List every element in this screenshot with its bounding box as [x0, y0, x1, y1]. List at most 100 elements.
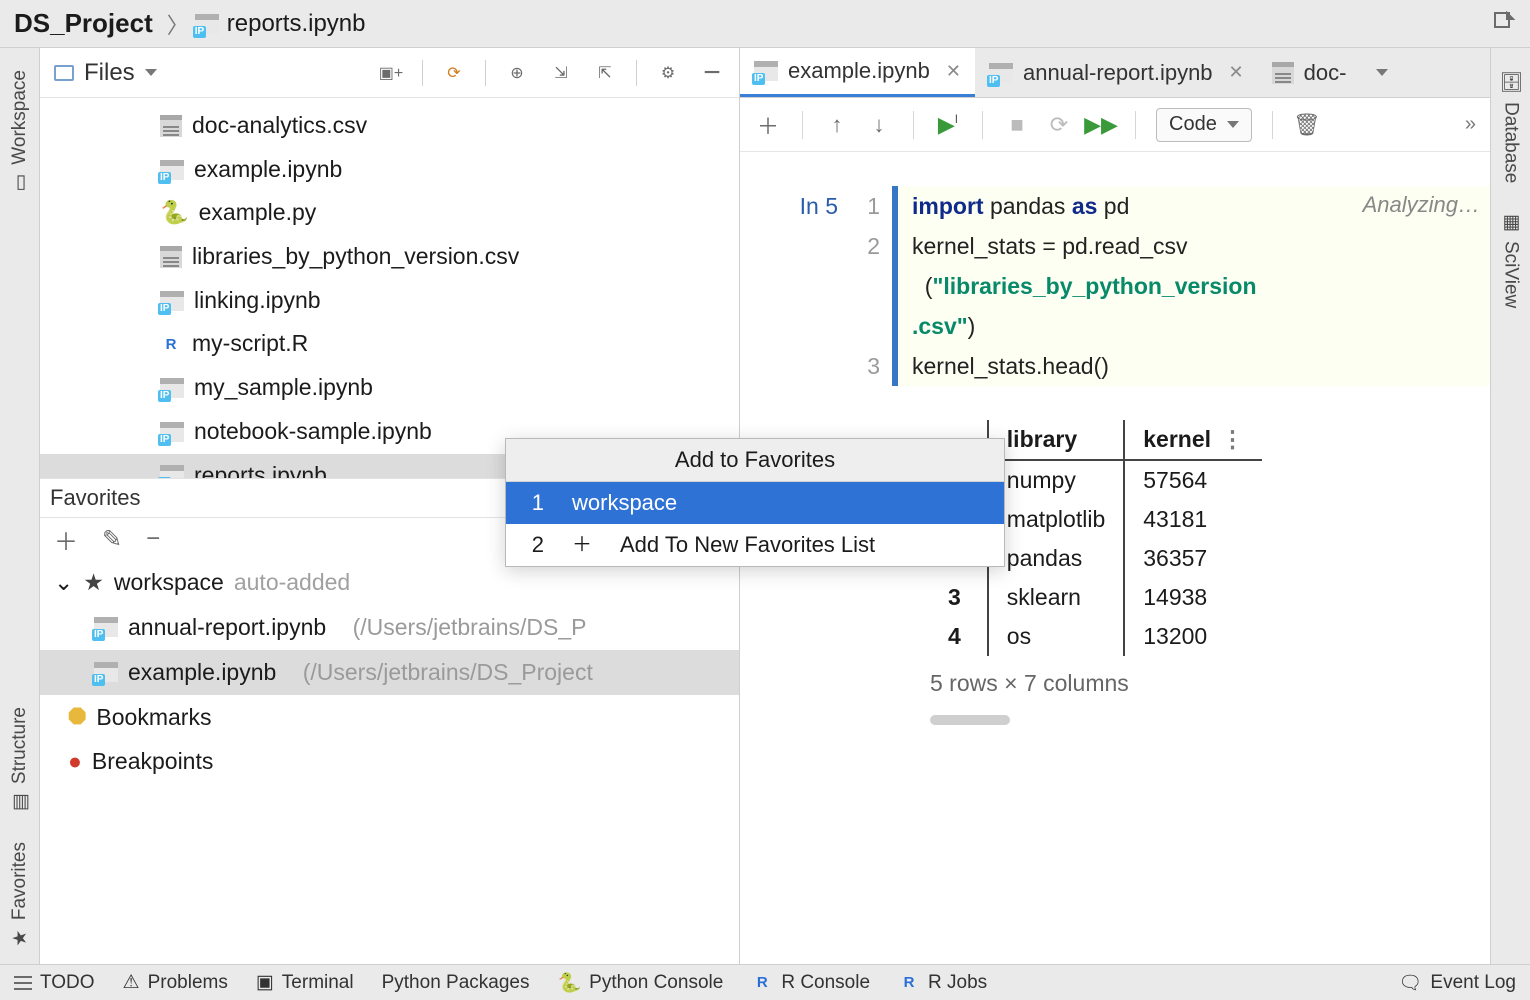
chevron-right-icon: 〉	[167, 8, 189, 40]
delete-cell-icon[interactable]: 🗑	[1293, 112, 1321, 138]
toolwindow-workspace[interactable]: ▭Workspace	[9, 56, 31, 209]
tree-item: my-script.R	[40, 322, 739, 366]
r-icon	[898, 974, 920, 992]
cell-type-dropdown[interactable]: Code	[1156, 108, 1252, 142]
ipynb-icon	[160, 160, 184, 180]
statusbar-python-packages[interactable]: Python Packages	[382, 972, 530, 994]
bookmark-icon: ⯃	[68, 695, 86, 740]
tree-item: example.ipynb	[40, 148, 739, 192]
new-folder-icon[interactable]: ▣+	[378, 60, 404, 86]
right-toolwindow-rail: 🗄Database ▦SciView	[1490, 48, 1530, 964]
add-cell-icon[interactable]: ＋	[754, 109, 782, 141]
ipynb-icon	[94, 662, 118, 682]
tree-item: libraries_by_python_version.csv	[40, 235, 739, 279]
ipynb-icon	[195, 14, 219, 34]
close-tab-icon[interactable]: ✕	[946, 61, 961, 82]
py-icon: 🐍	[160, 191, 189, 235]
popup-title: Add to Favorites	[506, 439, 1004, 482]
move-cell-down-icon[interactable]: ↓	[865, 112, 893, 138]
star-icon: ★	[83, 560, 104, 605]
ipynb-icon	[160, 422, 184, 442]
folder-icon: ▭	[9, 173, 31, 195]
expand-all-icon[interactable]: ⇲	[548, 60, 574, 86]
add-to-favorites-menu[interactable]: Add to Favorites 1 workspace 2 ＋ Add To …	[505, 438, 1005, 567]
project-icon	[54, 65, 74, 81]
refresh-icon[interactable]: ⟳	[441, 60, 467, 86]
project-scope-dropdown[interactable]: Files	[54, 59, 157, 87]
toolbar-overflow-icon[interactable]: »	[1465, 113, 1476, 136]
move-cell-up-icon[interactable]: ↑	[823, 112, 851, 138]
ipynb-icon	[160, 378, 184, 398]
restart-kernel-icon[interactable]: ⟳	[1045, 112, 1073, 138]
minimize-icon[interactable]: −	[699, 60, 725, 86]
favorites-item: annual-report.ipynb (/Users/jetbrains/DS…	[40, 605, 739, 650]
ipynb-icon	[160, 291, 184, 311]
output-resize-handle[interactable]	[930, 715, 1010, 725]
analysis-status: Analyzing…	[1363, 192, 1480, 218]
list-icon	[14, 982, 32, 984]
chevron-down-icon	[1227, 121, 1239, 128]
table-kebab-icon[interactable]: ⋮	[1221, 426, 1244, 452]
csv-icon	[160, 115, 182, 137]
toolwindow-structure[interactable]: ▤Structure	[9, 693, 31, 828]
project-tree[interactable]: doc-analytics.csv example.ipynb 🐍example…	[40, 98, 739, 478]
tree-item: doc-analytics.csv	[40, 104, 739, 148]
run-all-icon[interactable]: ▶▶	[1087, 112, 1115, 138]
ipynb-icon	[754, 61, 778, 81]
remove-favorite-icon[interactable]: −	[146, 525, 160, 553]
ipynb-icon	[94, 617, 118, 637]
editor-tab[interactable]: annual-report.ipynb✕	[975, 48, 1258, 97]
csv-icon	[1272, 62, 1294, 84]
editor-tabs: example.ipynb✕ annual-report.ipynb✕ doc-	[740, 48, 1490, 98]
table-header: kernel⋮	[1124, 420, 1262, 460]
eventlog-icon: 🗨	[1398, 971, 1422, 995]
star-icon: ★	[9, 928, 31, 950]
sciview-icon: ▦	[1500, 211, 1522, 233]
project-panel-header: Files ▣+ ⟳ ⊕ ⇲ ⇱ ⚙ −	[40, 48, 739, 98]
toolwindow-sciview[interactable]: ▦SciView	[1500, 197, 1522, 322]
toolwindow-database[interactable]: 🗄Database	[1499, 56, 1522, 197]
statusbar-r-console[interactable]: R Console	[751, 972, 870, 994]
plus-icon: ＋	[572, 535, 592, 555]
breakpoint-icon: ●	[68, 739, 82, 784]
cell-prompt: In 5	[740, 186, 850, 386]
line-gutter: 1 2 3	[850, 186, 892, 386]
python-icon: 🐍	[557, 971, 581, 995]
collapse-all-icon[interactable]: ⇱	[592, 60, 618, 86]
breadcrumb-file[interactable]: reports.ipynb	[195, 10, 366, 38]
chevron-down-icon	[145, 69, 157, 76]
cell-output: library kernel⋮ numpy57564 1matplotlib43…	[930, 420, 1490, 725]
statusbar-event-log[interactable]: 🗨Event Log	[1398, 971, 1516, 995]
statusbar-terminal[interactable]: ▣Terminal	[256, 971, 354, 994]
statusbar-r-jobs[interactable]: R Jobs	[898, 972, 987, 994]
toolwindow-favorites[interactable]: ★Favorites	[9, 828, 31, 964]
statusbar-todo[interactable]: TODO	[14, 972, 95, 994]
add-favorite-icon[interactable]: ＋	[54, 522, 78, 557]
favorites-breakpoints[interactable]: ●Breakpoints	[40, 739, 739, 784]
tree-item: 🐍example.py	[40, 191, 739, 235]
csv-icon	[160, 246, 182, 268]
statusbar-problems[interactable]: ⚠Problems	[123, 971, 228, 994]
breadcrumb-project[interactable]: DS_Project	[14, 8, 153, 39]
edit-configurations-icon[interactable]	[1492, 10, 1516, 39]
locate-icon[interactable]: ⊕	[504, 60, 530, 86]
popup-item-workspace[interactable]: 1 workspace	[506, 482, 1004, 524]
tabs-overflow-chevron[interactable]	[1360, 48, 1404, 97]
run-cell-icon[interactable]: ▶I	[934, 112, 962, 138]
popup-item-add-new-list[interactable]: 2 ＋ Add To New Favorites List	[506, 524, 1004, 566]
statusbar-python-console[interactable]: 🐍Python Console	[557, 971, 723, 995]
editor-tab[interactable]: doc-	[1258, 48, 1361, 97]
table-header: library	[988, 420, 1124, 460]
stop-icon[interactable]: ■	[1003, 112, 1031, 138]
r-icon	[751, 974, 773, 992]
favorites-bookmarks[interactable]: ⯃Bookmarks	[40, 695, 739, 740]
gear-icon[interactable]: ⚙	[655, 60, 681, 86]
editor-tab[interactable]: example.ipynb✕	[740, 48, 975, 97]
database-icon: 🗄	[1499, 70, 1522, 94]
favorites-tree[interactable]: ⌄ ★ workspace auto-added annual-report.i…	[40, 560, 739, 784]
favorites-item: example.ipynb (/Users/jetbrains/DS_Proje…	[40, 650, 739, 695]
edit-favorite-icon[interactable]: ✎	[102, 525, 122, 554]
close-tab-icon[interactable]: ✕	[1229, 62, 1244, 83]
r-icon	[160, 335, 182, 353]
tree-item: my_sample.ipynb	[40, 366, 739, 410]
